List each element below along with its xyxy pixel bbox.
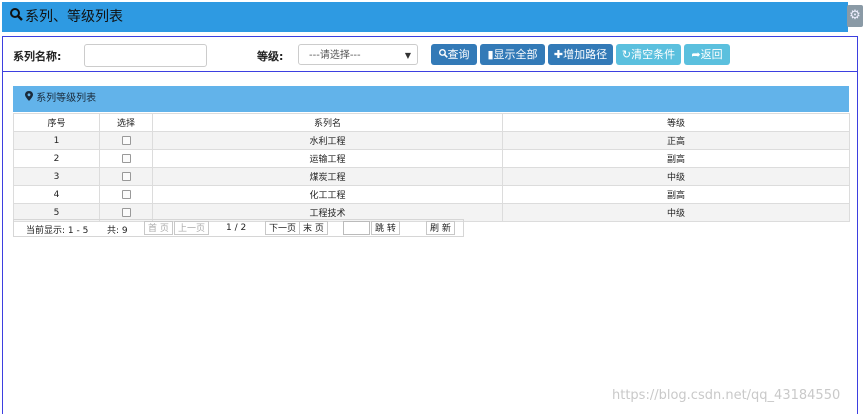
table-row[interactable]: 3 煤炭工程 中级 [13,167,850,186]
series-name-input[interactable] [84,44,207,67]
next-page-button[interactable]: 下一页 [265,221,301,235]
add-path-button[interactable]: ✚增加路径 [548,44,613,65]
row-checkbox[interactable] [121,153,131,163]
clear-conditions-button[interactable]: ↻清空条件 [616,44,681,65]
grade-select-value: ---请选择--- [309,50,361,61]
table-header-row: 序号 选择 系列名 等级 [13,113,850,132]
chevron-down-icon: ▼ [404,51,411,60]
share-icon: ➦ [691,48,701,61]
plus-icon: ✚ [553,48,564,61]
show-all-button[interactable]: ▮显示全部 [480,44,545,65]
row-grade: 中级 [502,167,850,186]
row-checkbox[interactable] [121,189,131,199]
page-title: 系列、等级列表 [25,9,123,25]
table-row[interactable]: 4 化工工程 副高 [13,185,850,204]
page-indicator: 1 / 2 [226,223,247,233]
page-header: 系列、等级列表 [2,2,848,32]
row-series-name: 水利工程 [152,131,503,150]
grade-select[interactable]: ---请选择--- ▼ [298,44,418,65]
column-header-no: 序号 [13,113,100,132]
total-count: 共: 9 [107,226,128,236]
refresh-icon: ↻ [621,48,632,61]
current-display-text: 当前显示: 1 - 5 [26,226,89,236]
row-no: 1 [13,131,100,150]
row-no: 4 [13,185,100,204]
series-grade-table: 序号 选择 系列名 等级 1 水利工程 正高 2 运输工程 副高 3 煤炭工程 … [13,113,850,222]
row-no: 3 [13,167,100,186]
row-no: 2 [13,149,100,168]
row-series-name: 煤炭工程 [152,167,503,186]
row-checkbox[interactable] [121,207,131,217]
gear-icon[interactable]: ⚙ [847,5,863,27]
column-header-series-name: 系列名 [152,113,503,132]
pagination-bar: 当前显示: 1 - 5 共: 9 首 页 上一页 1 / 2 下一页 末 页 跳… [13,219,464,237]
row-series-name: 运输工程 [152,149,503,168]
panel-title: 系列等级列表 [36,93,97,104]
series-name-label: 系列名称: [13,50,62,63]
grade-label: 等级: [257,50,284,63]
column-header-grade: 等级 [502,113,850,132]
table-row[interactable]: 1 水利工程 正高 [13,131,850,150]
row-grade: 副高 [502,185,850,204]
map-marker-icon [25,91,36,104]
row-series-name: 化工工程 [152,185,503,204]
first-page-button[interactable]: 首 页 [144,221,173,235]
search-icon [438,48,448,61]
back-button[interactable]: ➦返回 [684,44,730,65]
query-button[interactable]: 查询 [431,44,477,65]
jump-page-input[interactable] [343,221,370,235]
jump-button[interactable]: 跳 转 [371,221,400,235]
row-checkbox[interactable] [121,135,131,145]
row-grade: 中级 [502,203,850,222]
search-icon [10,2,23,32]
row-checkbox[interactable] [121,171,131,181]
last-page-button[interactable]: 末 页 [299,221,328,235]
column-header-select: 选择 [99,113,153,132]
content-frame: 系列名称: 等级: ---请选择--- ▼ 查询 ▮显示全部 ✚增加路径 ↻清空… [2,36,858,414]
prev-page-button[interactable]: 上一页 [174,221,210,235]
row-grade: 正高 [502,131,850,150]
panel-header: 系列等级列表 [13,86,849,112]
table-row[interactable]: 2 运输工程 副高 [13,149,850,168]
search-bar: 系列名称: 等级: ---请选择--- ▼ 查询 ▮显示全部 ✚增加路径 ↻清空… [3,37,857,72]
refresh-button[interactable]: 刷 新 [426,221,455,235]
row-grade: 副高 [502,149,850,168]
watermark: https://blog.csdn.net/qq_43184550 [612,388,841,403]
